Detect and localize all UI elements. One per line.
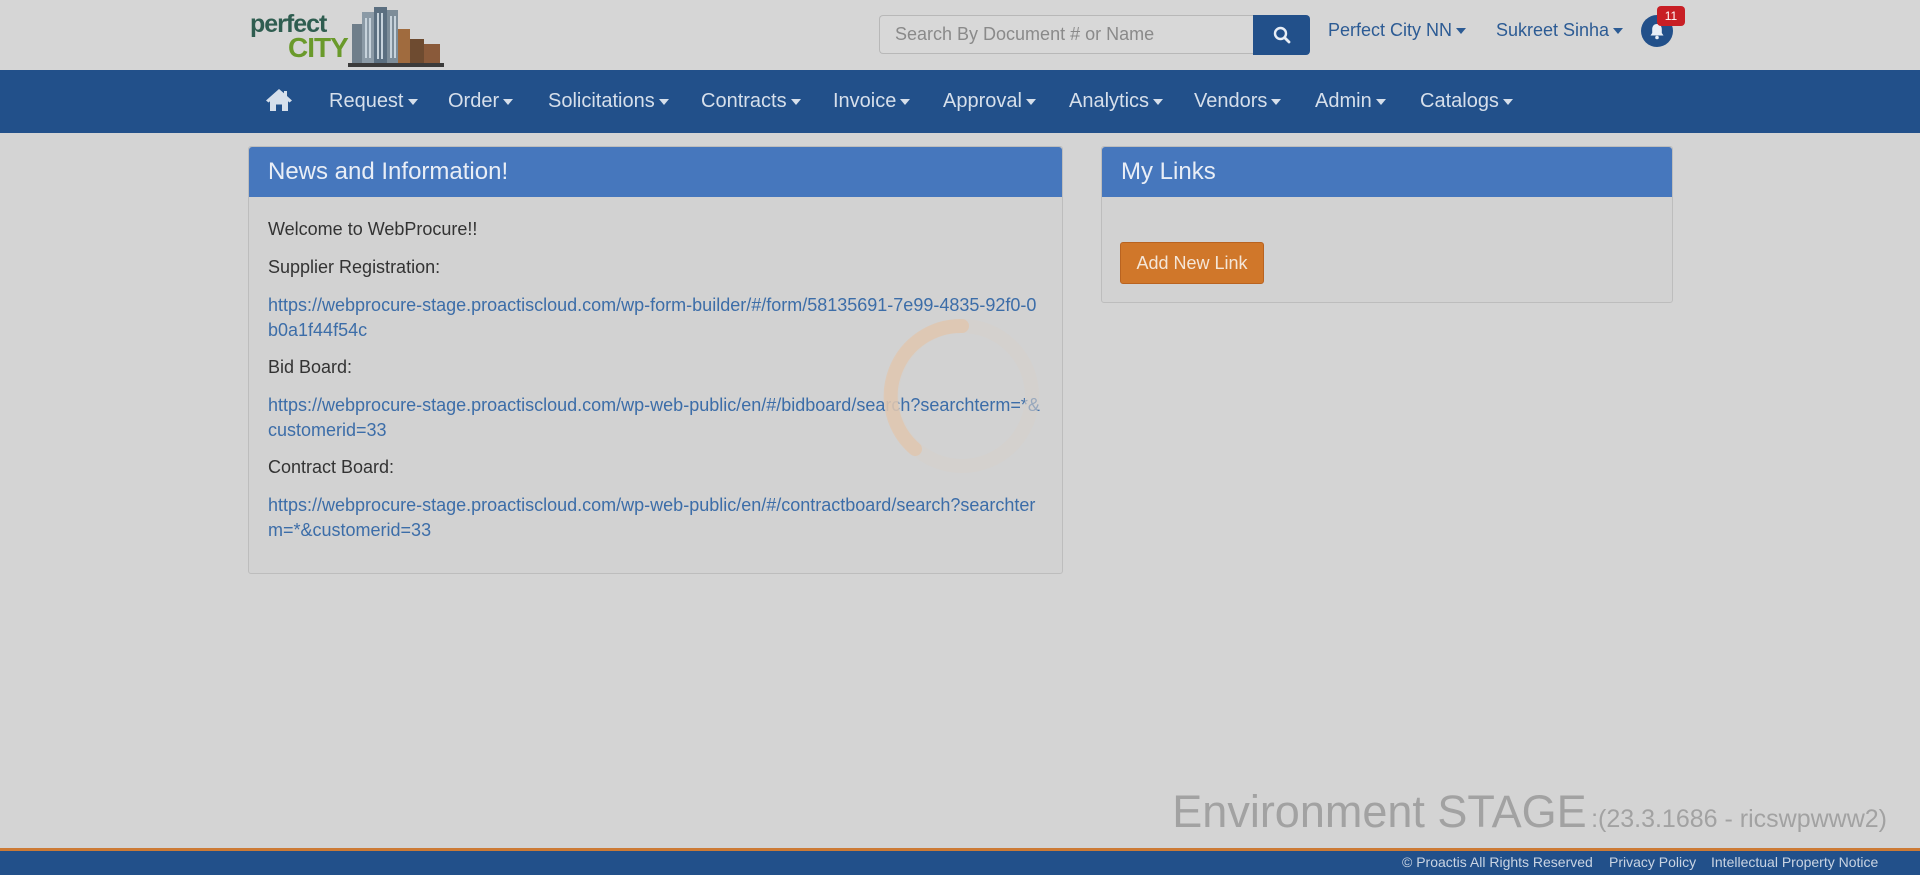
caret-down-icon <box>1456 28 1467 35</box>
main-navigation: Request Order Solicitations Contracts In… <box>0 70 1920 133</box>
home-button[interactable] <box>265 88 293 117</box>
nav-solicitations-label: Solicitations <box>548 90 655 112</box>
top-header: perfect CITY Perfect City NN <box>0 0 1920 70</box>
my-links-panel: My Links Add New Link <box>1101 146 1673 303</box>
nav-invoice[interactable]: Invoice <box>833 90 911 113</box>
organization-name: Perfect City NN <box>1328 20 1453 40</box>
nav-approval[interactable]: Approval <box>943 90 1036 113</box>
footer: © Proactis All Rights Reserved Privacy P… <box>0 851 1920 875</box>
caret-down-icon <box>407 98 418 105</box>
caret-down-icon <box>1502 98 1513 105</box>
privacy-policy-link[interactable]: Privacy Policy <box>1609 854 1696 870</box>
nav-vendors-label: Vendors <box>1194 90 1268 112</box>
welcome-text: Welcome to WebProcure!! <box>268 219 478 239</box>
caret-down-icon <box>1153 98 1164 105</box>
nav-catalogs[interactable]: Catalogs <box>1420 90 1513 113</box>
home-icon <box>266 89 292 111</box>
copyright-text: © Proactis All Rights Reserved <box>1402 854 1593 870</box>
user-name: Sukreet Sinha <box>1496 20 1610 40</box>
my-links-title: My Links <box>1102 147 1672 197</box>
perfect-city-logo[interactable]: perfect CITY <box>248 4 446 67</box>
nav-admin-label: Admin <box>1315 90 1372 112</box>
city-skyline-icon <box>348 7 444 67</box>
nav-vendors[interactable]: Vendors <box>1194 90 1282 113</box>
nav-request-label: Request <box>329 90 404 112</box>
nav-order-label: Order <box>448 90 500 112</box>
caret-down-icon <box>658 98 669 105</box>
loading-spinner-icon <box>883 318 1039 473</box>
caret-down-icon <box>790 98 801 105</box>
nav-order[interactable]: Order <box>448 90 514 113</box>
caret-down-icon <box>1375 98 1386 105</box>
nav-contracts-label: Contracts <box>701 90 787 112</box>
supplier-registration-label: Supplier Registration: <box>268 257 441 277</box>
nav-analytics[interactable]: Analytics <box>1069 90 1164 113</box>
caret-down-icon <box>1271 98 1282 105</box>
nav-admin[interactable]: Admin <box>1315 90 1386 113</box>
notification-count-badge: 11 <box>1657 6 1685 26</box>
search-field[interactable] <box>879 15 1253 54</box>
add-new-link-button[interactable]: Add New Link <box>1120 242 1264 284</box>
caret-down-icon <box>900 98 911 105</box>
environment-name: Environment STAGE <box>1172 786 1587 837</box>
search-input[interactable] <box>880 16 1253 53</box>
environment-version: :(23.3.1686 - ricswpwww2) <box>1591 805 1887 833</box>
nav-solicitations[interactable]: Solicitations <box>548 90 669 113</box>
user-menu[interactable]: Sukreet Sinha <box>1496 20 1624 41</box>
nav-contracts[interactable]: Contracts <box>701 90 801 113</box>
nav-request[interactable]: Request <box>329 90 418 113</box>
intellectual-property-link[interactable]: Intellectual Property Notice <box>1711 854 1878 870</box>
search-icon <box>1273 26 1290 44</box>
caret-down-icon <box>1025 98 1036 105</box>
nav-approval-label: Approval <box>943 90 1022 112</box>
nav-analytics-label: Analytics <box>1069 90 1150 112</box>
nav-catalogs-label: Catalogs <box>1420 90 1499 112</box>
news-panel-title: News and Information! <box>249 147 1062 197</box>
nav-invoice-label: Invoice <box>833 90 897 112</box>
contract-board-link[interactable]: https://webprocure-stage.proactiscloud.c… <box>268 493 1043 543</box>
logo-word-city: CITY <box>288 32 349 63</box>
environment-label: Environment STAGE :(23.3.1686 - ricswpww… <box>1172 786 1887 838</box>
search-button[interactable] <box>1253 15 1310 55</box>
organization-menu[interactable]: Perfect City NN <box>1328 20 1467 41</box>
caret-down-icon <box>1613 28 1624 35</box>
caret-down-icon <box>503 98 514 105</box>
